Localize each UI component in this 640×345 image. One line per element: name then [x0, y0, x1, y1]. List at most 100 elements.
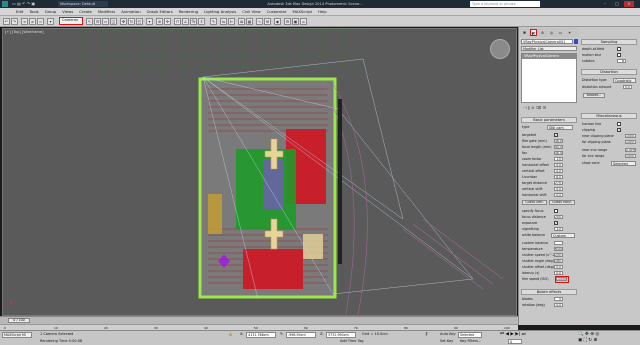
shutter-speed-spinner[interactable]: 200.0	[554, 253, 563, 257]
temperature-spinner[interactable]: 6500.0	[554, 247, 563, 251]
rect-selection-icon[interactable]: ▭	[102, 18, 109, 25]
menu-rendering[interactable]: Rendering	[179, 9, 198, 14]
viewport-top[interactable]: [+] [Top] [Wireframe] ↱	[2, 28, 517, 316]
menu-animation[interactable]: Animation	[121, 9, 140, 14]
distortion-amount-spinner[interactable]: 0.0	[623, 85, 632, 89]
utilities-tab-icon[interactable]: ✦	[566, 29, 573, 36]
graphite-icon[interactable]: ▦	[246, 18, 253, 25]
browse-button[interactable]: Browse...	[583, 93, 605, 98]
material-editor-icon[interactable]: ◉	[274, 18, 281, 25]
show-cone-dropdown[interactable]: Selected	[611, 161, 636, 166]
current-frame-field[interactable]: 0	[508, 339, 522, 344]
percent-snap-icon[interactable]: %	[190, 18, 197, 25]
menu-help[interactable]: Help	[318, 9, 327, 14]
layer-manager-icon[interactable]: ≣	[238, 18, 245, 25]
unlink-icon[interactable]: ⌀	[29, 18, 36, 25]
menu-customize[interactable]: Customize	[267, 9, 287, 14]
key-icon[interactable]: ⚷	[425, 332, 428, 336]
auto-key-button[interactable]: Auto Key	[440, 332, 456, 336]
modifier-list-dropdown[interactable]: Modifier List	[521, 46, 577, 51]
menu-create[interactable]: Create	[79, 9, 92, 14]
z-coord-field[interactable]: 3731.994cm	[326, 332, 356, 338]
depth-of-field-checkbox[interactable]	[617, 47, 621, 51]
create-tab-icon[interactable]: ✱	[521, 29, 528, 36]
x-coord-field[interactable]: 4131.766cm	[246, 332, 276, 338]
modifier-stack[interactable]: VRayPhysicalCamera	[521, 53, 577, 103]
guess-vert-button[interactable]: Guess vert.	[522, 200, 547, 205]
time-slider[interactable]: 0 / 100 0 10 20 30 40 50 60 70 80 90 100	[0, 316, 518, 330]
custom-balance-swatch[interactable]	[554, 241, 563, 245]
move-icon[interactable]: ✥	[120, 18, 127, 25]
align-icon[interactable]: ⊫	[228, 18, 235, 25]
manipulate-icon[interactable]: ✣	[164, 18, 171, 25]
near-clip-spinner[interactable]: 1000.0	[625, 134, 636, 138]
horizontal-offset-spinner[interactable]: 0.0	[554, 163, 563, 167]
menu-lighting-analysis[interactable]: Lighting Analysis	[204, 9, 236, 14]
stack-controls-icons[interactable]: ⊣ ∥ ⊘ ⌫ ☰	[523, 105, 546, 110]
clipping-checkbox[interactable]: ✓	[617, 128, 621, 132]
viewport-nav-icons-2[interactable]: ▣ ⛶ ↻ ⊞	[578, 338, 597, 343]
menu-modifiers[interactable]: Modifiers	[98, 9, 115, 14]
selection-filter-dropdown[interactable]: Cameras	[59, 17, 83, 25]
vignetting-spinner[interactable]: 1.0	[554, 227, 563, 231]
modify-tab-icon[interactable]: ◩	[530, 29, 537, 36]
app-logo-icon[interactable]	[2, 1, 8, 7]
curve-editor-icon[interactable]: ∿	[256, 18, 263, 25]
vertical-offset-spinner[interactable]: 0.0	[554, 169, 563, 173]
reference-coord-icon[interactable]: ▾	[146, 18, 153, 25]
pivot-center-icon[interactable]: ⊕	[156, 18, 163, 25]
targeted-checkbox[interactable]: ✓	[554, 133, 558, 137]
menu-views[interactable]: Views	[62, 9, 73, 14]
time-slider-thumb[interactable]: 0 / 100	[8, 318, 30, 323]
key-mode-dropdown[interactable]: Selected	[458, 332, 482, 338]
render-setup-icon[interactable]: ⚙	[284, 18, 291, 25]
rotation-spinner[interactable]: 0.0	[554, 303, 563, 307]
distortion-header[interactable]: Distortion	[581, 69, 637, 75]
link-icon[interactable]: ∞	[21, 18, 28, 25]
shutter-angle-spinner[interactable]: 180.0	[554, 259, 563, 263]
distortion-type-dropdown[interactable]: Quadratic	[613, 78, 636, 83]
search-input[interactable]: Type a keyword or phrase	[470, 1, 540, 7]
far-clip-spinner[interactable]: 1000.0	[625, 140, 636, 144]
window-crossing-icon[interactable]: ◫	[110, 18, 117, 25]
spinner-snap-icon[interactable]: ⇕	[198, 18, 205, 25]
lock-icon[interactable]: 🔒	[228, 332, 233, 336]
exposure-checkbox[interactable]: ✓	[554, 221, 558, 225]
latency-spinner[interactable]: 0.0	[554, 271, 563, 275]
far-env-spinner[interactable]: 1000.0	[625, 154, 636, 158]
near-env-spinner[interactable]: 0.0cm	[625, 148, 636, 152]
scale-icon[interactable]: ◰	[136, 18, 143, 25]
hierarchy-tab-icon[interactable]: ⋔	[539, 29, 546, 36]
f-number-spinner[interactable]: 8.0	[554, 175, 563, 179]
menu-civil-view[interactable]: Civil View	[242, 9, 260, 14]
quick-access-icons[interactable]: ▭ ▤ ↶ ↷ ▣	[12, 1, 35, 7]
motion-blur-checkbox[interactable]	[617, 53, 621, 57]
select-object-icon[interactable]: ↖	[86, 18, 93, 25]
key-filters-button[interactable]: Key Filters...	[460, 339, 481, 343]
subdivs-spinner[interactable]: 6	[617, 59, 626, 63]
add-time-tag[interactable]: Add Time Tag	[340, 339, 364, 343]
named-selection-icon[interactable]: ✎	[210, 18, 217, 25]
focus-distance-spinner[interactable]: 200.0	[554, 215, 563, 219]
workspace-dropdown[interactable]: Workspace: Default	[58, 1, 108, 7]
selection-filter-icon[interactable]: ▾	[47, 18, 54, 25]
rotate-icon[interactable]: ↻	[128, 18, 135, 25]
bokeh-header[interactable]: Bokeh effects	[521, 289, 577, 295]
guess-horiz-button[interactable]: Guess horiz.	[549, 200, 575, 205]
snap-icon[interactable]: ⊓	[174, 18, 181, 25]
viewcube-icon[interactable]	[490, 39, 510, 59]
object-name-field[interactable]: VRayPhysicalCamera001	[521, 39, 573, 44]
mirror-icon[interactable]: ⇋	[220, 18, 227, 25]
type-dropdown[interactable]: Still cam	[547, 125, 573, 130]
minimize-icon[interactable]: –	[600, 1, 610, 7]
film-gate-spinner[interactable]: 36.0	[554, 139, 563, 143]
blades-spinner[interactable]: 5	[554, 297, 563, 301]
target-distance-spinner[interactable]: 275.65	[554, 181, 563, 185]
angle-snap-icon[interactable]: ∠	[182, 18, 189, 25]
focal-length-spinner[interactable]: 40.0	[554, 145, 563, 149]
menu-maxscript[interactable]: MAXScript	[293, 9, 313, 14]
set-key-button[interactable]: Set Key	[440, 339, 453, 343]
undo-icon[interactable]: ↶	[3, 18, 10, 25]
close-icon[interactable]: ×	[624, 1, 634, 7]
render-production-icon[interactable]: ☕	[300, 18, 307, 25]
